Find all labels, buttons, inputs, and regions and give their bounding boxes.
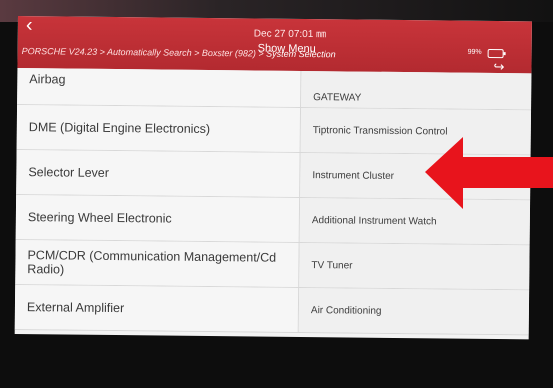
red-arrow-shape xyxy=(425,137,553,209)
red-arrow-icon xyxy=(425,137,553,209)
